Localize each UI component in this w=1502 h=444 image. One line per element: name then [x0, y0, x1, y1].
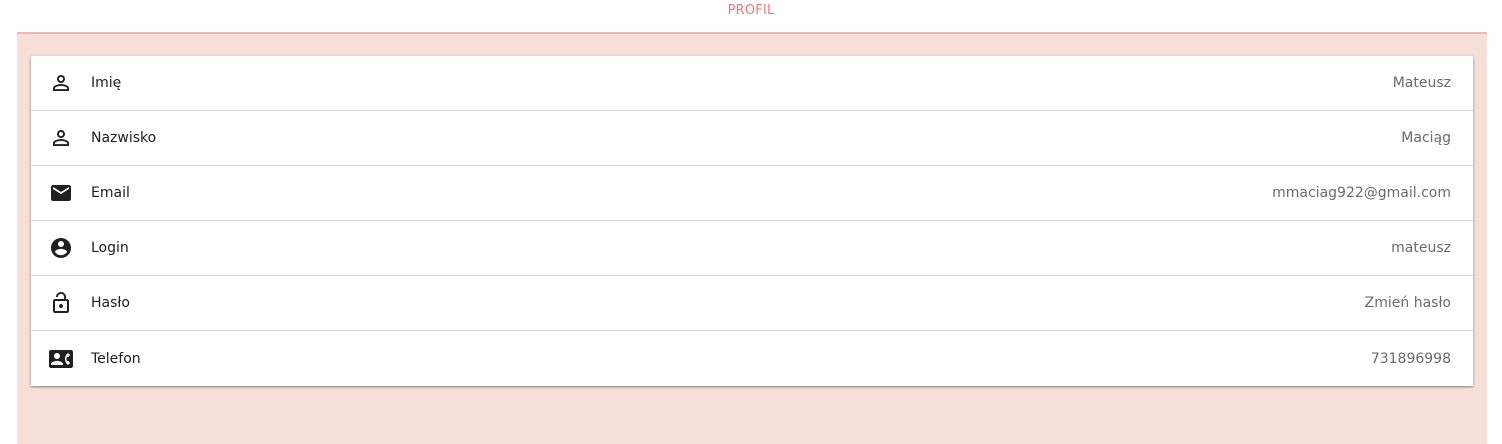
last-name-label: Nazwisko	[91, 130, 157, 146]
profile-row-password: Hasło Zmień hasło	[31, 276, 1473, 331]
change-password-link[interactable]: Zmień hasło	[1365, 295, 1451, 311]
email-value: mmaciag922@gmail.com	[1272, 185, 1451, 201]
person-outline-icon	[49, 126, 73, 150]
email-label: Email	[91, 185, 130, 201]
account-circle-icon	[49, 236, 73, 260]
contact-phone-icon	[49, 347, 73, 371]
profile-row-email: Email mmaciag922@gmail.com	[31, 166, 1473, 221]
first-name-value: Mateusz	[1392, 75, 1451, 91]
lock-open-icon	[49, 291, 73, 315]
person-outline-icon	[49, 71, 73, 95]
page-title: PROFIL	[727, 3, 775, 18]
profile-row-login: Login mateusz	[31, 221, 1473, 276]
profile-row-phone: Telefon 731896998	[31, 331, 1473, 386]
profile-panel: Imię Mateusz Nazwisko Maciąg Email mmaci…	[17, 32, 1487, 444]
profile-row-first-name: Imię Mateusz	[31, 56, 1473, 111]
password-label: Hasło	[91, 295, 130, 311]
first-name-label: Imię	[91, 75, 122, 91]
phone-label: Telefon	[91, 350, 141, 367]
profile-card: Imię Mateusz Nazwisko Maciąg Email mmaci…	[31, 56, 1473, 386]
last-name-value: Maciąg	[1401, 130, 1451, 146]
phone-value: 731896998	[1370, 350, 1451, 367]
email-icon	[49, 181, 73, 205]
login-value: mateusz	[1391, 240, 1451, 256]
login-label: Login	[91, 240, 129, 256]
profile-row-last-name: Nazwisko Maciąg	[31, 111, 1473, 166]
